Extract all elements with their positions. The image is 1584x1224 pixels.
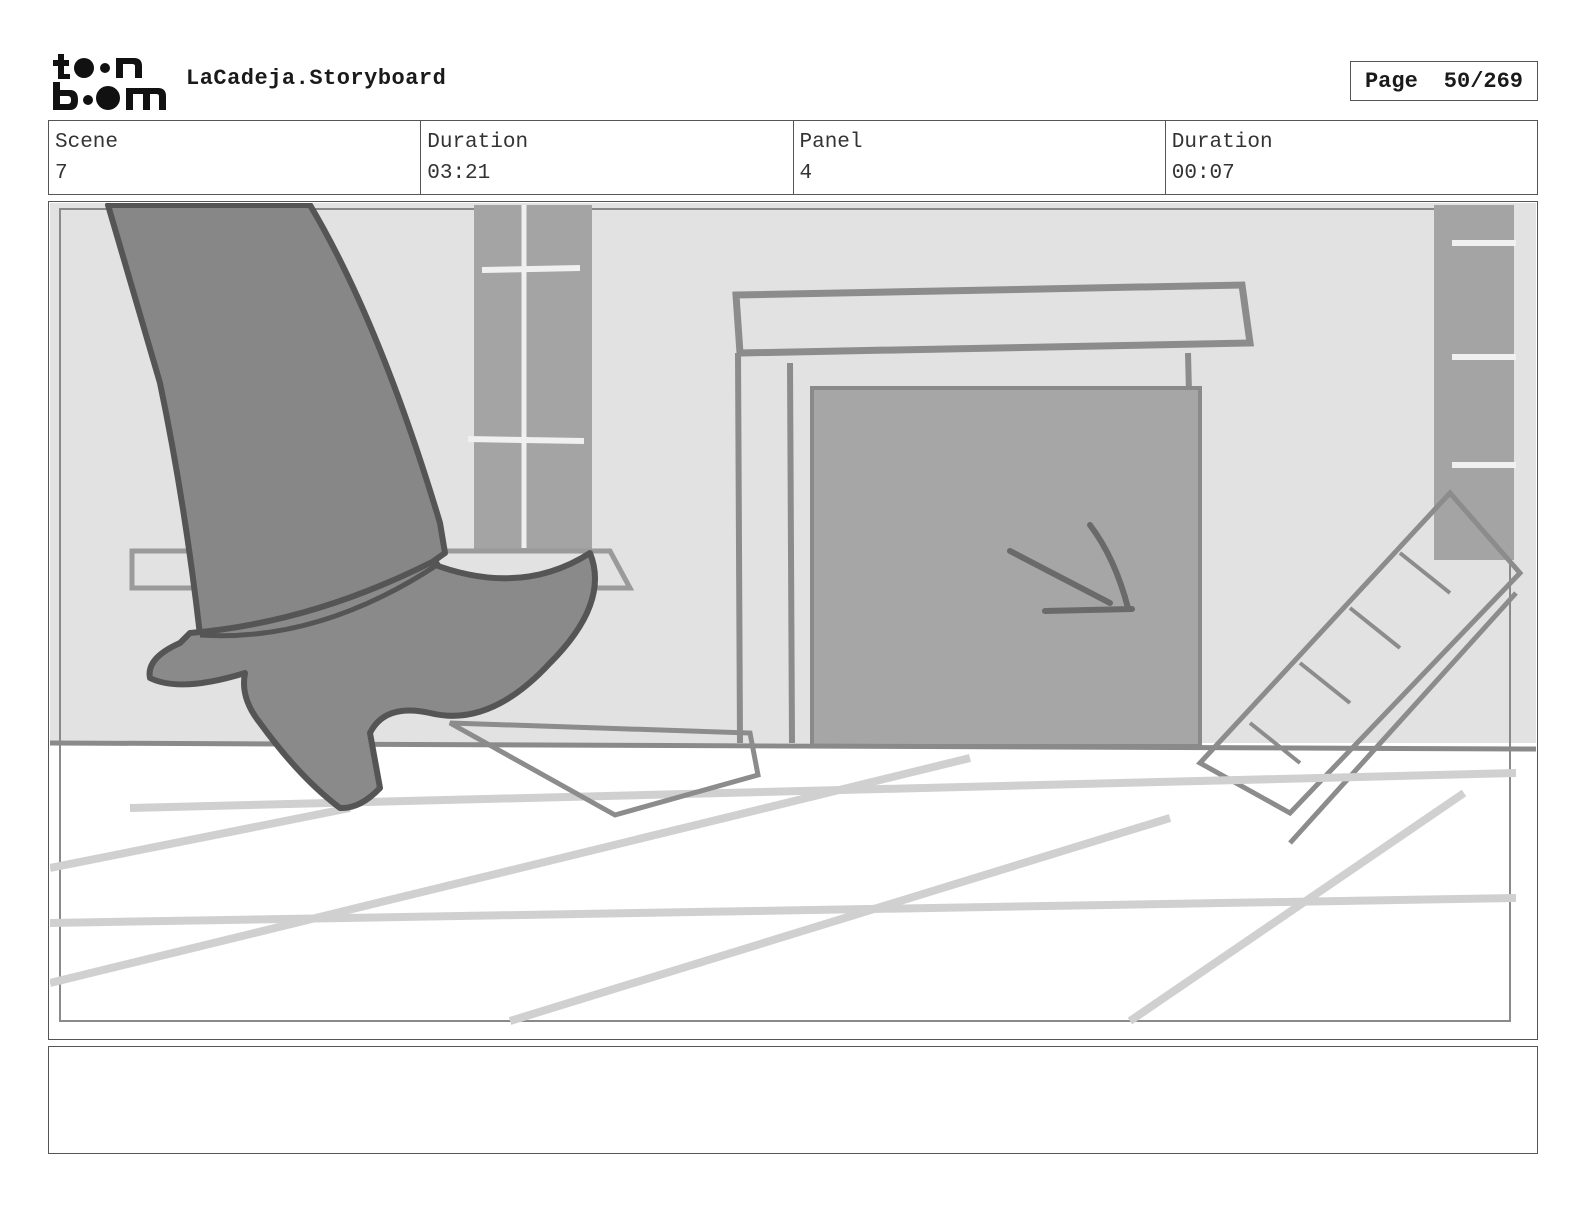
scene-cell: Scene 7	[49, 121, 422, 194]
panel-cell: Panel 4	[794, 121, 1166, 194]
scene-value: 7	[55, 162, 68, 185]
scene-info-table: Scene 7 Duration 03:21 Panel 4 Duration …	[48, 120, 1538, 195]
scene-duration-label: Duration	[427, 131, 529, 154]
page-label: Page	[1364, 68, 1418, 94]
storyboard-panel-frame	[48, 201, 1538, 1040]
page-number: 50/269	[1443, 68, 1524, 94]
panel-duration-cell: Duration 00:07	[1166, 121, 1537, 194]
page-indicator: Page 50/269	[1350, 61, 1538, 101]
toon-boom-logo	[53, 54, 166, 110]
storyboard-panel-sketch	[50, 203, 1536, 1038]
panel-label: Panel	[799, 131, 863, 154]
panel-value: 4	[799, 162, 813, 185]
scene-duration-value: 03:21	[427, 162, 491, 185]
scene-label: Scene	[55, 131, 119, 154]
panel-duration-value: 00:07	[1171, 162, 1235, 185]
panel-duration-label: Duration	[1171, 131, 1273, 154]
panel-notes-box	[48, 1046, 1538, 1154]
document-title: LaCadeja.Storyboard	[186, 66, 447, 91]
scene-duration-cell: Duration 03:21	[421, 121, 794, 194]
